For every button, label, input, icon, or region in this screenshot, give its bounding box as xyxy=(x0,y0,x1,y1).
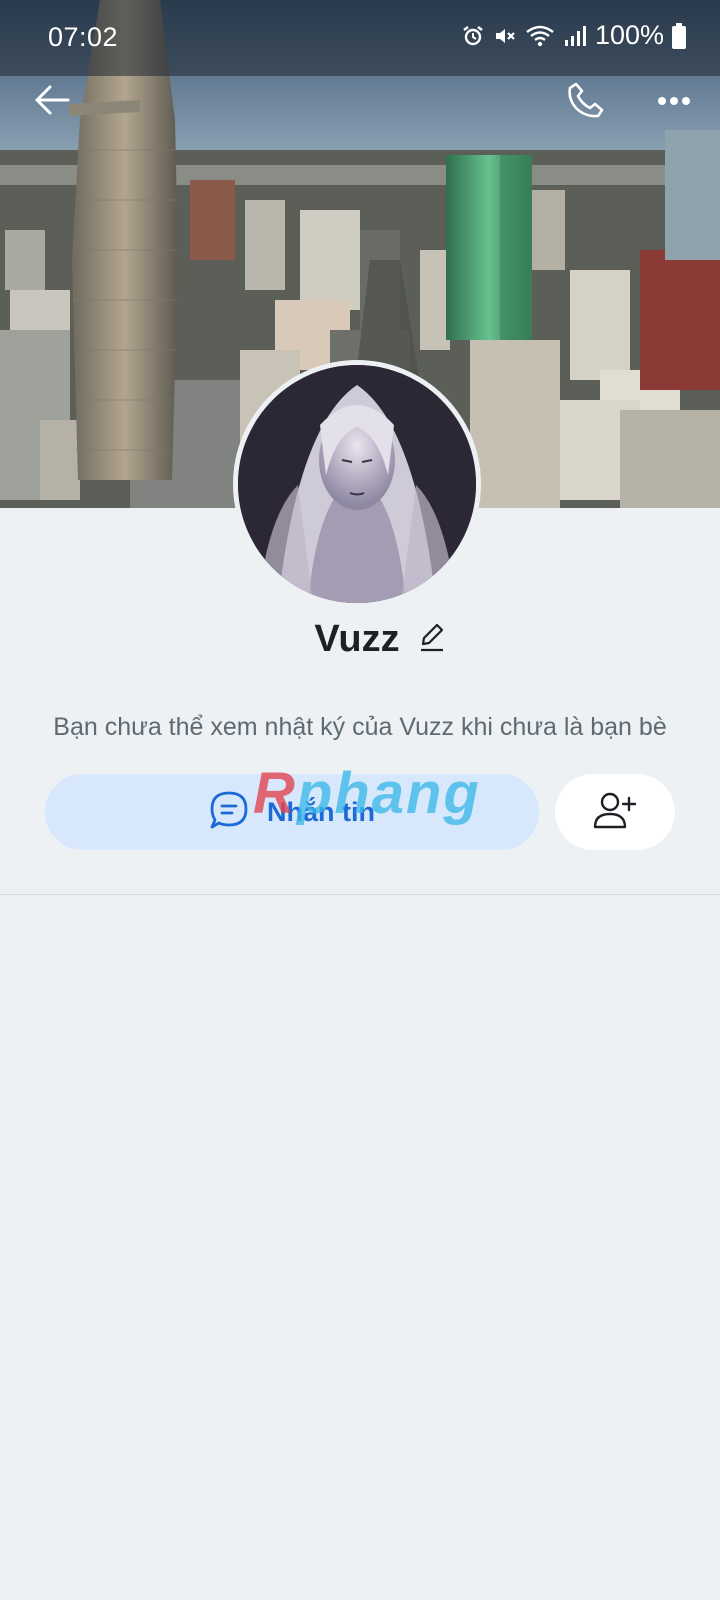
signal-icon xyxy=(563,24,587,48)
alarm-icon xyxy=(461,24,485,48)
back-button[interactable] xyxy=(24,74,80,130)
avatar[interactable] xyxy=(233,360,481,608)
chat-bubble-icon xyxy=(209,790,249,835)
battery-percent: 100% xyxy=(594,20,664,50)
message-button-label: Nhắn tin xyxy=(267,796,375,827)
friends-only-notice: Bạn chưa thể xem nhật ký của Vuzz khi ch… xyxy=(53,713,667,741)
more-button[interactable] xyxy=(646,74,702,130)
section-divider xyxy=(0,894,720,895)
user-plus-icon xyxy=(593,790,637,835)
profile-name: Vuzz xyxy=(314,618,400,660)
pencil-icon xyxy=(418,622,446,657)
add-friend-button[interactable] xyxy=(555,774,675,850)
mute-icon xyxy=(493,24,517,48)
wifi-icon xyxy=(525,24,555,48)
name-row: Vuzz xyxy=(0,618,720,661)
profile-screen: 07:02 100% Vuzz Bạn chưa thể xem nhật ký… xyxy=(0,0,720,1600)
more-horizontal-icon xyxy=(657,93,691,111)
avatar-image xyxy=(238,365,476,603)
arrow-left-icon xyxy=(34,84,70,121)
battery-icon xyxy=(672,22,686,49)
edit-name-button[interactable] xyxy=(418,622,446,657)
status-bar: 07:02 100% xyxy=(0,0,720,76)
status-time: 07:02 xyxy=(48,22,119,52)
message-button[interactable]: Nhắn tin xyxy=(45,774,539,850)
status-icons: 100% xyxy=(461,20,686,51)
phone-icon xyxy=(567,81,605,124)
call-button[interactable] xyxy=(558,74,614,130)
